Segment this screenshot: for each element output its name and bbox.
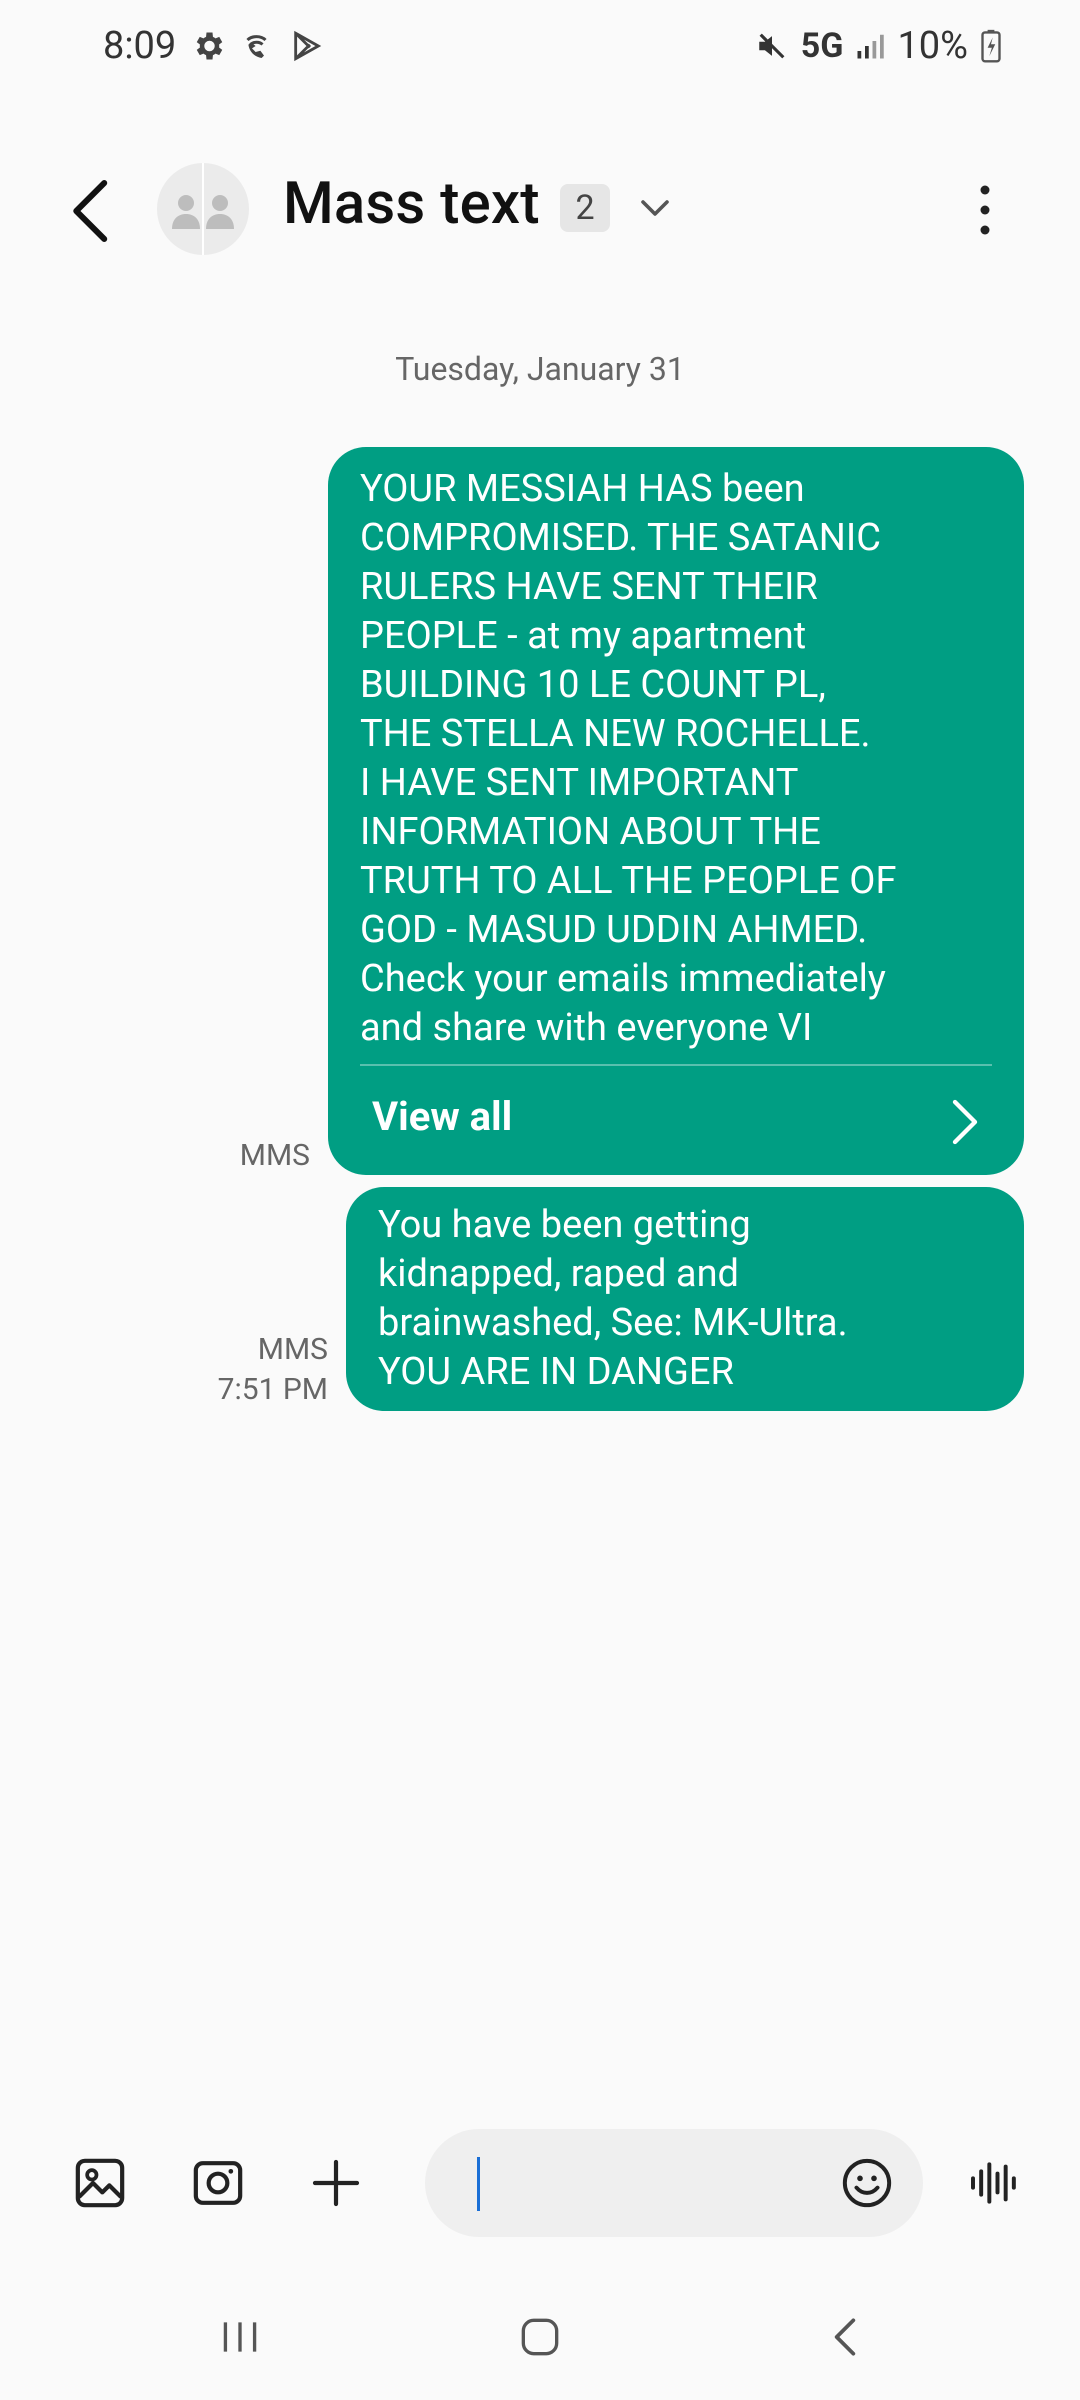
voice-recorder-icon[interactable] xyxy=(966,2155,1022,2211)
gallery-icon[interactable] xyxy=(72,2155,128,2211)
message-type-label: MMS xyxy=(257,1332,328,1367)
message-type-label: MMS xyxy=(239,1138,310,1173)
message-text: You have been getting kidnapped, raped a… xyxy=(378,1203,848,1394)
bubble-divider xyxy=(360,1064,992,1066)
settings-icon xyxy=(196,32,223,60)
recent-apps-icon[interactable] xyxy=(215,2312,265,2362)
network-type: 5G xyxy=(800,26,844,66)
group-avatar[interactable] xyxy=(157,163,249,255)
group-people-icon xyxy=(172,163,234,255)
date-divider: Tuesday, January 31 xyxy=(395,350,685,388)
conversation-title[interactable]: Mass text xyxy=(283,170,540,238)
view-all-button[interactable]: View all xyxy=(372,1093,512,1140)
message-meta: MMS 7:51 PM xyxy=(196,1330,328,1410)
nav-back-icon[interactable] xyxy=(820,2312,870,2362)
signal-icon xyxy=(857,34,885,59)
status-time: 8:09 xyxy=(103,24,177,68)
message-bubble[interactable]: YOUR MESSIAH HAS been COMPROMISED. THE S… xyxy=(328,447,1024,1175)
message-time: 7:51 PM xyxy=(217,1372,328,1407)
message-bubble[interactable]: You have been getting kidnapped, raped a… xyxy=(346,1187,1024,1411)
play-store-icon xyxy=(294,30,322,62)
conversation-header: Mass text 2 xyxy=(0,150,1080,270)
home-icon[interactable] xyxy=(515,2312,565,2362)
text-cursor xyxy=(477,2157,480,2211)
emoji-icon[interactable] xyxy=(839,2155,895,2211)
mute-icon xyxy=(759,33,785,59)
add-attachment-icon[interactable] xyxy=(308,2155,364,2211)
status-bar: 8:09 5G 10% xyxy=(0,0,1080,96)
more-options-icon[interactable] xyxy=(965,180,1005,240)
compose-bar xyxy=(0,2125,1080,2245)
camera-icon[interactable] xyxy=(190,2155,246,2211)
system-navigation-bar xyxy=(0,2290,1080,2400)
back-arrow-icon[interactable] xyxy=(62,176,122,246)
participant-count-badge: 2 xyxy=(560,184,610,232)
message-input[interactable] xyxy=(425,2129,923,2237)
chevron-right-icon[interactable] xyxy=(948,1097,982,1147)
wifi-call-icon xyxy=(246,35,267,58)
battery-icon xyxy=(981,29,1001,63)
chevron-down-icon[interactable] xyxy=(637,190,673,226)
message-text: YOUR MESSIAH HAS been COMPROMISED. THE S… xyxy=(360,467,897,1050)
battery-percent: 10% xyxy=(897,24,968,68)
